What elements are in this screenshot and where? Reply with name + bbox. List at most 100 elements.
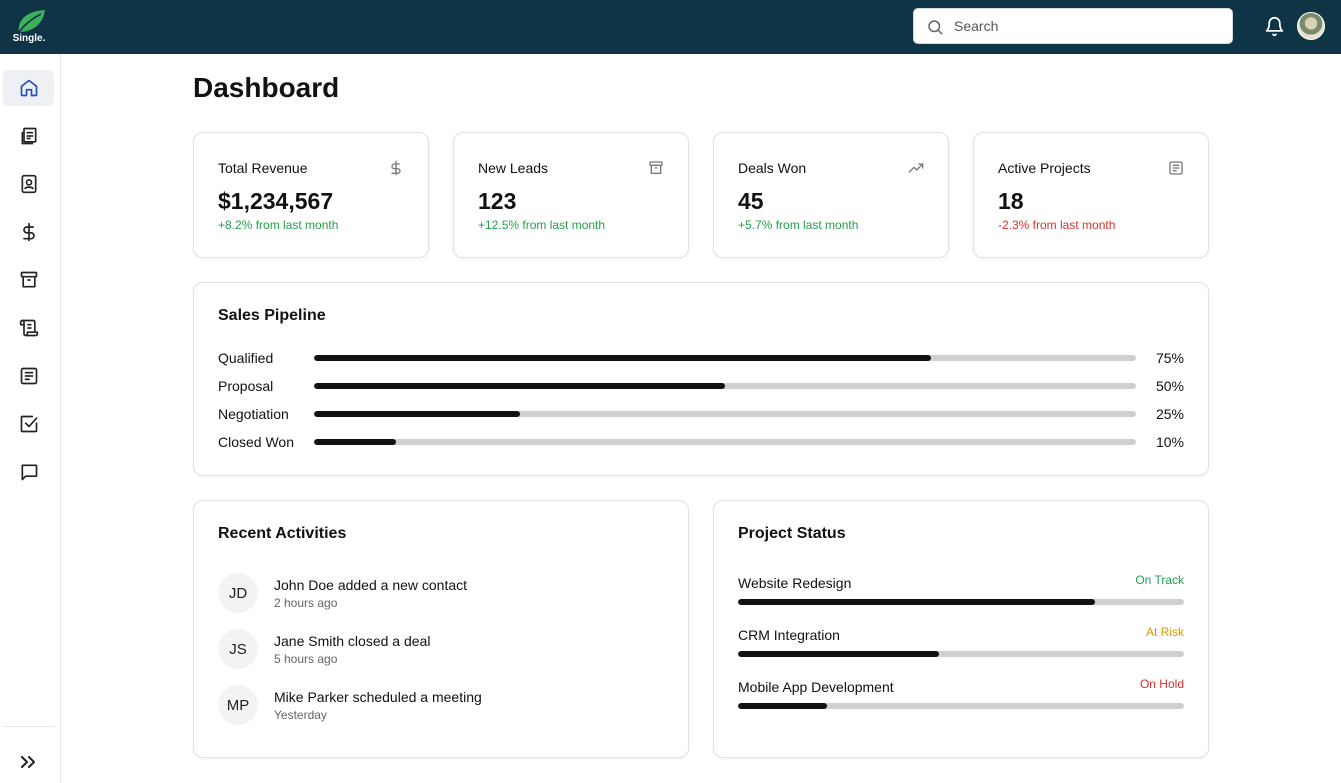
activity-time: 2 hours ago [274, 596, 338, 610]
card-title: Recent Activities [218, 525, 347, 542]
dollar-icon [22, 222, 35, 242]
activity-text: Mike Parker scheduled a meeting [274, 689, 482, 705]
page-title: Dashboard [193, 72, 340, 103]
stat-label: New Leads [478, 160, 549, 176]
project-item[interactable]: CRM Integration At Risk [738, 625, 1184, 665]
activity-text: John Doe added a new contact [274, 577, 468, 593]
recent-activities-card: Recent Activities JD John Doe added a ne… [193, 500, 689, 758]
contact-book-icon [21, 174, 36, 194]
pipeline-percent: 25% [1155, 406, 1184, 422]
sidebar-item-documents[interactable] [3, 118, 54, 154]
sidebar-item-archive[interactable] [3, 262, 54, 298]
project-name: Mobile App Development [738, 679, 894, 695]
stat-change: +5.7% from last month [738, 218, 859, 232]
card-title: Sales Pipeline [218, 307, 326, 324]
stat-change: +8.2% from last month [218, 218, 339, 232]
pipeline-stage-label: Closed Won [218, 434, 295, 450]
project-name: Website Redesign [738, 575, 852, 591]
card-title: Project Status [738, 525, 846, 542]
pipeline-row: Proposal 50% [218, 376, 1184, 396]
sidebar-item-scroll[interactable] [3, 310, 54, 346]
avatar: MP [218, 685, 258, 725]
stat-value: $1,234,567 [218, 188, 334, 214]
pipeline-percent: 50% [1155, 378, 1184, 394]
pipeline-row: Qualified 75% [218, 348, 1184, 368]
documents-icon [21, 127, 36, 145]
pipeline-percent: 10% [1155, 434, 1184, 450]
sidebar-item-contacts[interactable] [3, 166, 54, 202]
scroll-icon [19, 319, 38, 337]
pipeline-progress-track [314, 439, 1136, 445]
user-avatar[interactable] [1297, 12, 1325, 40]
leaf-logo-icon [18, 10, 45, 33]
stat-change: -2.3% from last month [998, 218, 1116, 232]
pipeline-row: Closed Won 10% [218, 432, 1184, 452]
activity-item[interactable]: JS Jane Smith closed a deal 5 hours ago [218, 629, 638, 669]
project-name: CRM Integration [738, 627, 840, 643]
activity-item[interactable]: JD John Doe added a new contact 2 hours … [218, 573, 638, 613]
archive-icon [20, 271, 37, 288]
activity-time: 5 hours ago [274, 652, 338, 666]
stat-value: 45 [738, 188, 764, 214]
project-progress-fill [738, 651, 939, 657]
project-progress-track [738, 651, 1184, 657]
project-progress-fill [738, 703, 828, 709]
avatar: JD [218, 573, 258, 613]
pipeline-progress-track [314, 411, 1136, 417]
pipeline-stage-label: Qualified [218, 350, 274, 366]
pipeline-percent: 75% [1155, 350, 1184, 366]
pipeline-progress-fill [314, 355, 931, 361]
stat-label: Active Projects [998, 160, 1091, 176]
activity-item[interactable]: MP Mike Parker scheduled a meeting Yeste… [218, 685, 638, 725]
stat-card-new-leads[interactable]: New Leads 123 +12.5% from last month [453, 132, 689, 258]
pipeline-progress-fill [314, 439, 397, 445]
stat-card-active-projects[interactable]: Active Projects 18 -2.3% from last month [973, 132, 1209, 258]
chat-icon [21, 464, 37, 481]
project-item[interactable]: Mobile App Development On Hold [738, 677, 1184, 717]
stat-card-deals-won[interactable]: Deals Won 45 +5.7% from last month [713, 132, 949, 258]
sales-pipeline-card: Sales Pipeline Qualified 75% Proposal 50… [193, 282, 1209, 476]
project-status-card: Project Status Website Redesign On Track… [713, 500, 1209, 758]
stat-value: 18 [998, 188, 1024, 214]
activity-time: Yesterday [274, 708, 327, 722]
stat-value: 123 [478, 188, 517, 214]
note-icon [1168, 160, 1184, 181]
sidebar-item-notes[interactable] [3, 358, 54, 394]
notifications-button[interactable] [1264, 16, 1285, 42]
app-logo[interactable]: Single. [9, 8, 49, 46]
status-badge: At Risk [1145, 625, 1184, 639]
stat-label: Total Revenue [218, 160, 308, 176]
archive-icon [648, 160, 664, 181]
home-icon [20, 79, 37, 97]
sidebar-item-messages[interactable] [3, 454, 54, 490]
sidebar-item-finance[interactable] [3, 214, 54, 250]
sidebar-collapse-button[interactable] [16, 750, 40, 779]
sidebar-item-tasks[interactable] [3, 406, 54, 442]
project-progress-track [738, 599, 1184, 605]
sidebar-divider [3, 726, 55, 727]
pipeline-progress-track [314, 355, 1136, 361]
status-badge: On Hold [1139, 677, 1184, 691]
sidebar-item-home[interactable] [3, 70, 54, 106]
trending-up-icon [908, 160, 924, 181]
avatar: JS [218, 629, 258, 669]
search-icon [928, 20, 943, 35]
note-icon [20, 367, 37, 385]
project-progress-track [738, 703, 1184, 709]
stat-change: +12.5% from last month [478, 218, 606, 232]
pipeline-stage-label: Negotiation [218, 406, 289, 422]
search-box[interactable] [913, 8, 1233, 44]
pipeline-row: Negotiation 25% [218, 404, 1184, 424]
stat-card-total-revenue[interactable]: Total Revenue $1,234,567 +8.2% from last… [193, 132, 429, 258]
activity-text: Jane Smith closed a deal [274, 633, 431, 649]
pipeline-progress-fill [314, 383, 725, 389]
search-input[interactable] [954, 9, 1224, 43]
status-badge: On Track [1135, 573, 1184, 587]
dollar-icon [388, 160, 404, 181]
bell-icon [1265, 16, 1284, 37]
pipeline-stage-label: Proposal [218, 378, 274, 394]
stat-label: Deals Won [738, 160, 807, 176]
pipeline-progress-fill [314, 411, 520, 417]
pipeline-progress-track [314, 383, 1136, 389]
project-item[interactable]: Website Redesign On Track [738, 573, 1184, 613]
